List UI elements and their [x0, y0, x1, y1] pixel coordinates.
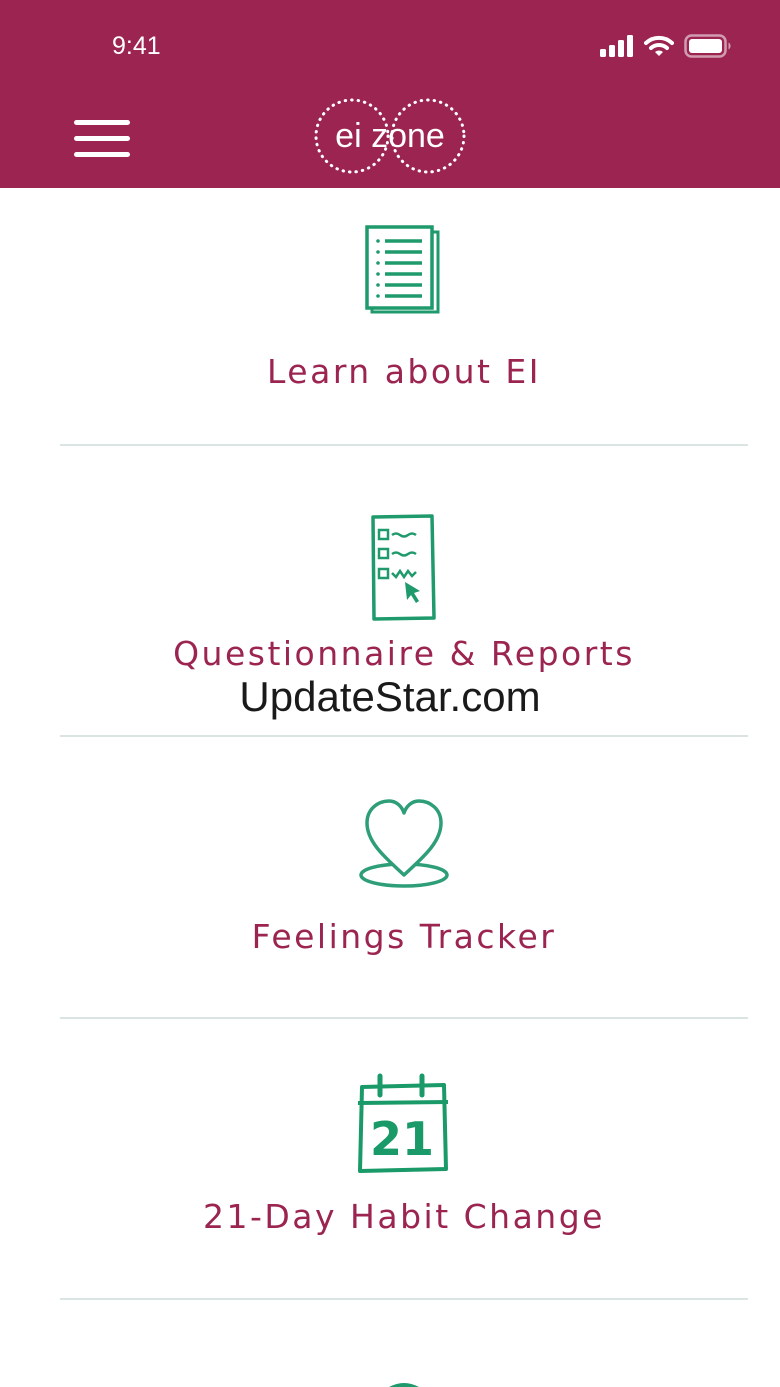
app-header: 9:41 ei zone [0, 0, 780, 188]
battery-icon [684, 34, 731, 58]
cellular-signal-icon [600, 35, 633, 57]
wifi-icon [644, 35, 674, 56]
svg-text:ei zone: ei zone [335, 117, 445, 155]
menu-item-label: Questionnaire & Reports [173, 634, 635, 673]
status-icons [600, 30, 732, 62]
menu-item-partial[interactable] [60, 1300, 748, 1387]
menu-item-label: Learn about EI [266, 352, 541, 391]
menu-item-learn-about-ei[interactable]: Learn about EI [60, 188, 748, 470]
partial-item-icon [60, 1380, 748, 1387]
status-time: 9:41 [112, 32, 161, 60]
document-list-icon [60, 224, 748, 318]
hamburger-menu-icon [74, 120, 130, 125]
menu-item-21-day-habit-change[interactable]: 21 21-Day Habit Change [60, 1019, 748, 1301]
svg-text:21: 21 [370, 1112, 434, 1166]
ei-zone-logo: ei zone [310, 94, 470, 184]
menu-item-label: Feelings Tracker [251, 917, 557, 956]
watermark-text: UpdateStar.com [239, 673, 541, 720]
calendar-icon: 21 [60, 1073, 748, 1175]
app-screen: 9:41 ei zone Learn about EI Questionnair… [0, 0, 780, 1387]
heart-icon [60, 797, 748, 891]
menu-item-feelings-tracker[interactable]: Feelings Tracker [60, 737, 748, 1019]
checklist-icon [60, 514, 748, 622]
menu-item-label: 21-Day Habit Change [203, 1197, 605, 1236]
hamburger-menu-button[interactable] [72, 116, 132, 160]
